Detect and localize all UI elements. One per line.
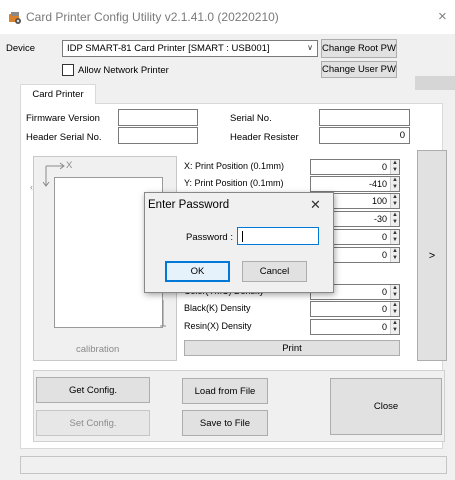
spin-arrows-icon[interactable]: ▲ ▼ (390, 285, 399, 299)
param-label: Black(K) Density (184, 303, 251, 313)
param-value: 0 (381, 162, 387, 172)
window-title: Card Printer Config Utility v2.1.41.0 (2… (26, 10, 279, 24)
allow-network-checkbox[interactable] (62, 64, 74, 76)
spin-arrows-icon[interactable]: ▲ ▼ (390, 177, 399, 191)
text-cursor (242, 231, 243, 242)
change-root-pw-button[interactable]: Change Root PW (321, 39, 397, 58)
get-config-button[interactable]: Get Config. (36, 377, 150, 403)
param-value: -410 (368, 179, 387, 189)
spin-arrows-icon[interactable]: ▲ ▼ (390, 320, 399, 334)
tab-label: Card Printer (32, 89, 84, 100)
spin-arrows-icon[interactable]: ▲ ▼ (390, 302, 399, 316)
param-value: 0 (381, 322, 387, 332)
firmware-version-label: Firmware Version (26, 113, 100, 124)
param-spin-input[interactable]: 0 ▲ ▼ (310, 301, 400, 317)
spin-arrows-icon[interactable]: ▲ ▼ (390, 194, 399, 208)
param-spin-input[interactable]: -410 ▲ ▼ (310, 176, 400, 192)
dialog-title: Enter Password (148, 199, 230, 211)
param-value: 0 (381, 250, 387, 260)
header-resister-field[interactable]: 0 (319, 127, 410, 144)
tab-strip-filler (415, 76, 455, 90)
print-button[interactable]: Print (184, 340, 400, 356)
card-edge-marker-icon (160, 300, 166, 327)
status-bar (20, 456, 447, 474)
param-label: Y: Print Position (0.1mm) (184, 178, 284, 188)
spin-arrows-icon[interactable]: ▲ ▼ (390, 212, 399, 226)
dialog-close-icon[interactable]: ✕ (310, 197, 321, 213)
spin-arrows-icon[interactable]: ▲ ▼ (390, 248, 399, 262)
axis-y-arrow-icon: ‹ (30, 182, 33, 192)
load-from-file-button[interactable]: Load from File (182, 378, 268, 404)
set-config-button[interactable]: Set Config. (36, 410, 150, 436)
serial-no-label: Serial No. (230, 113, 272, 124)
next-page-button[interactable]: > (417, 150, 447, 361)
password-input[interactable] (237, 227, 319, 245)
spin-arrows-icon[interactable]: ▲ ▼ (390, 230, 399, 244)
close-button[interactable]: Close (330, 378, 442, 435)
device-select-value: IDP SMART-81 Card Printer [SMART : USB00… (67, 43, 270, 54)
calibration-label: calibration (76, 344, 120, 355)
dialog-ok-button[interactable]: OK (165, 261, 230, 282)
header-serial-field[interactable] (118, 127, 198, 144)
header-resister-label: Header Resister (230, 132, 299, 143)
save-to-file-button[interactable]: Save to File (182, 410, 268, 436)
app-icon (8, 11, 22, 25)
header-serial-label: Header Serial No. (26, 132, 102, 143)
serial-no-field[interactable] (319, 109, 410, 126)
param-value: 0 (381, 287, 387, 297)
axis-x-label: X (66, 160, 73, 171)
tab-card-printer[interactable]: Card Printer (20, 84, 96, 104)
param-spin-input[interactable]: 0 ▲ ▼ (310, 319, 400, 335)
param-value: 100 (371, 196, 387, 206)
param-label: X: Print Position (0.1mm) (184, 161, 285, 171)
allow-network-label: Allow Network Printer (78, 65, 169, 76)
param-value: 0 (381, 304, 387, 314)
spin-arrows-icon[interactable]: ▲ ▼ (390, 160, 399, 174)
chevron-down-icon: ∨ (307, 43, 313, 52)
device-label: Device (6, 43, 36, 54)
param-spin-input[interactable]: 0 ▲ ▼ (310, 159, 400, 175)
change-user-pw-button[interactable]: Change User PW (321, 61, 397, 78)
param-label: Resin(X) Density (184, 321, 252, 331)
dialog-cancel-button[interactable]: Cancel (242, 261, 307, 282)
param-value: -30 (373, 214, 387, 224)
device-select[interactable]: IDP SMART-81 Card Printer [SMART : USB00… (62, 40, 318, 57)
password-label: Password : (186, 232, 233, 243)
param-value: 0 (381, 232, 387, 242)
firmware-version-field[interactable] (118, 109, 198, 126)
window-close-button[interactable]: × (438, 8, 447, 25)
